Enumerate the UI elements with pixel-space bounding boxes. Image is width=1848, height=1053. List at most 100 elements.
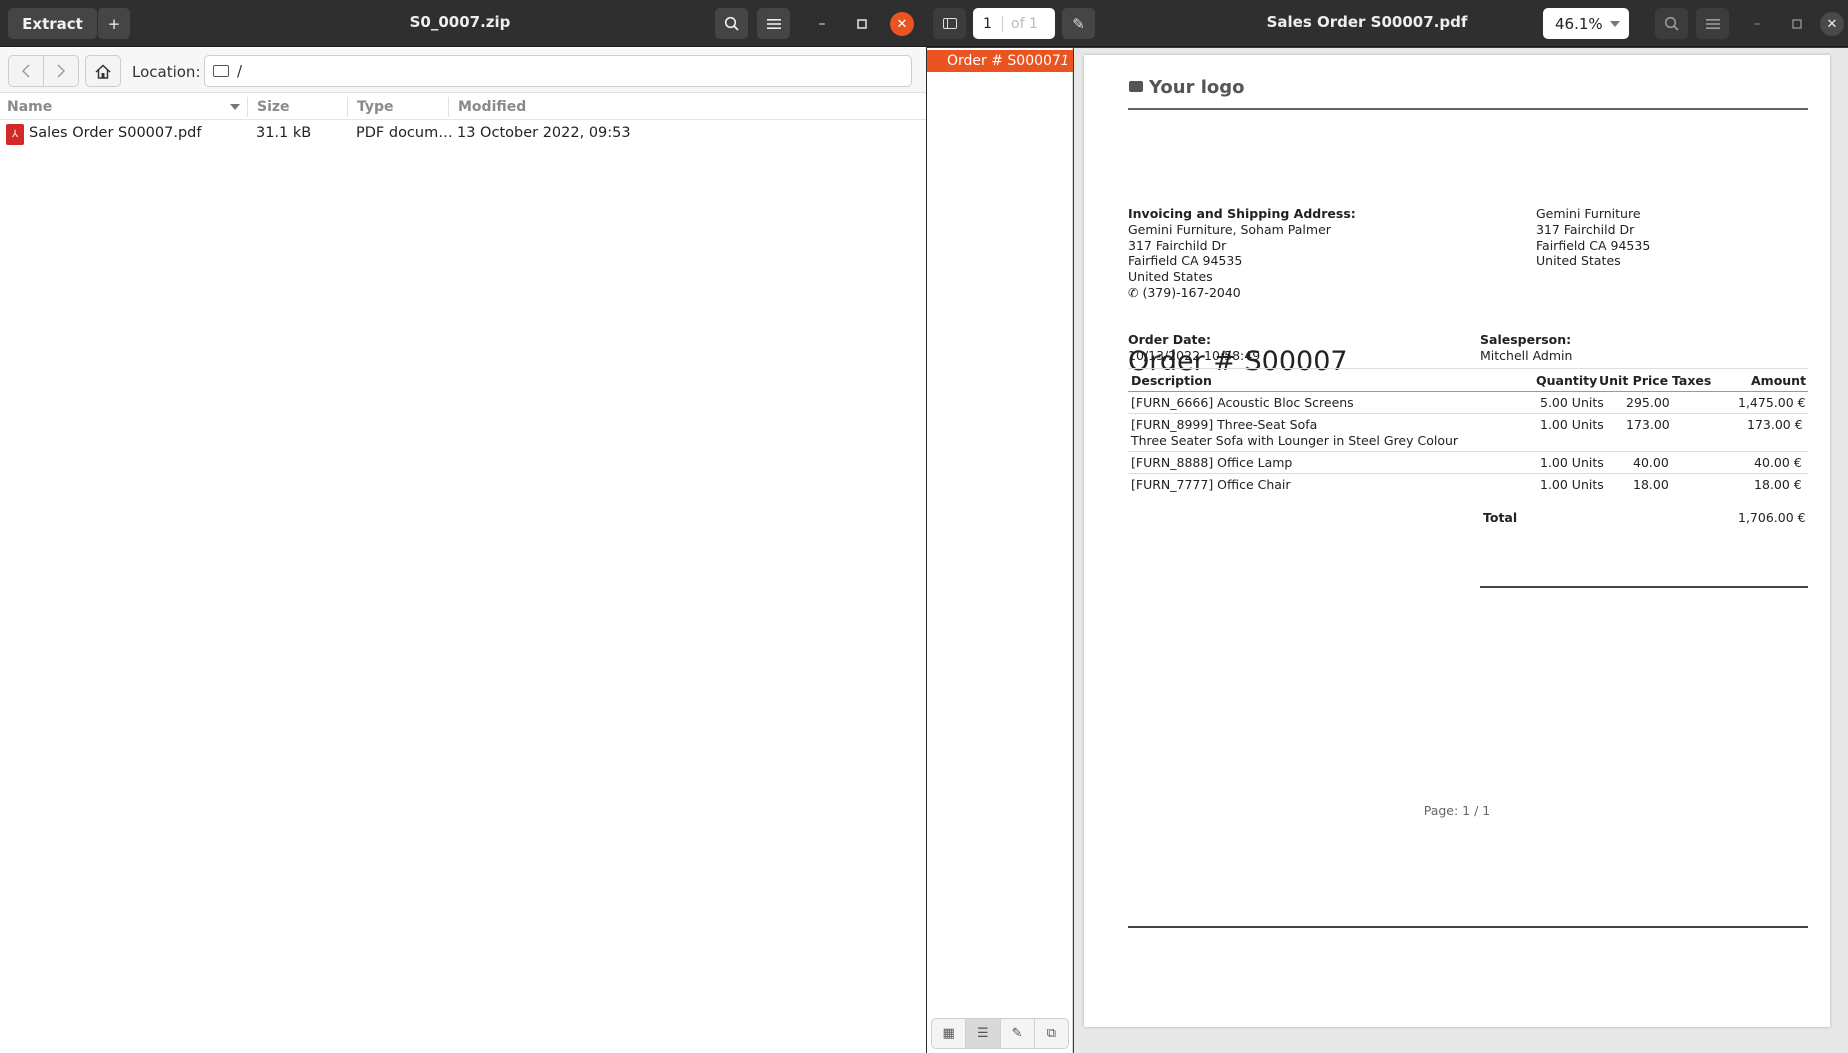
chevron-down-icon	[1610, 21, 1620, 27]
customer-phone: ✆ (379)-167-2040	[1128, 285, 1241, 300]
company-logo: Your logo	[1129, 77, 1245, 98]
search-icon[interactable]	[1655, 8, 1688, 39]
header-divider	[1128, 108, 1808, 110]
company-line: Fairfield CA 94535	[1536, 238, 1651, 253]
sidebar-toggle-icon[interactable]	[933, 8, 966, 39]
company-line: 317 Fairchild Dr	[1536, 222, 1635, 237]
pdf-page: Your logo Invoicing and Shipping Address…	[1084, 55, 1830, 1027]
minimize-icon[interactable]: –	[1745, 12, 1769, 36]
customer-line: Gemini Furniture, Soham Palmer	[1128, 222, 1331, 237]
line-amount: 18.00 €	[1754, 477, 1802, 492]
archive-headerbar: Extract + S0_0007.zip – ✕	[0, 0, 926, 47]
line-description: [FURN_8999] Three-Seat Sofa	[1131, 417, 1318, 432]
viewer-title: Sales Order S00007.pdf	[1266, 13, 1468, 31]
footer-divider	[1128, 926, 1808, 928]
outline-item-label: Order # S00007	[947, 53, 1061, 69]
zoom-level: 46.1%	[1555, 14, 1603, 33]
line-subdescription: Three Seater Sofa with Lounger in Steel …	[1131, 433, 1459, 448]
line-amount: 40.00 €	[1754, 455, 1802, 470]
annotate-pencil-icon[interactable]: ✎	[1062, 8, 1095, 39]
line-description: [FURN_8888] Office Lamp	[1131, 455, 1293, 470]
location-path: /	[237, 62, 243, 80]
file-type: PDF docum…	[356, 125, 453, 141]
total-divider	[1480, 586, 1808, 588]
line-amount: 173.00 €	[1747, 417, 1803, 432]
bookmarks-icon[interactable]: ⧉	[1035, 1019, 1068, 1048]
phone-icon: ✆	[1128, 285, 1143, 300]
col-quantity: Quantity	[1536, 373, 1598, 388]
column-modified[interactable]: Modified	[458, 99, 526, 115]
maximize-icon[interactable]	[850, 12, 874, 36]
col-unit-price: Unit Price	[1599, 373, 1669, 388]
customer-line: Fairfield CA 94535	[1128, 253, 1243, 268]
search-icon[interactable]	[715, 8, 748, 39]
hamburger-menu-icon[interactable]	[1696, 8, 1729, 39]
line-description: [FURN_6666] Acoustic Bloc Screens	[1131, 395, 1354, 410]
location-field[interactable]: /	[204, 55, 912, 87]
hamburger-menu-icon[interactable]	[757, 8, 790, 39]
add-files-button[interactable]: +	[97, 8, 130, 39]
minimize-icon[interactable]: –	[810, 12, 834, 36]
thumbnails-icon[interactable]: ▦	[932, 1019, 967, 1048]
col-taxes: Taxes	[1672, 373, 1712, 388]
line-quantity: 5.00 Units	[1540, 395, 1604, 410]
back-button[interactable]	[8, 55, 44, 87]
camera-icon	[1129, 81, 1143, 92]
company-line: Gemini Furniture	[1536, 206, 1641, 221]
line-quantity: 1.00 Units	[1540, 455, 1604, 470]
salesperson-label: Salesperson:	[1480, 332, 1572, 347]
page-footer: Page: 1 / 1	[1423, 803, 1491, 818]
page-count: of 1	[1011, 15, 1038, 32]
line-unit-price: 173.00	[1626, 417, 1670, 432]
viewer-headerbar: 1 of 1 ✎ Sales Order S00007.pdf 46.1% – …	[927, 0, 1848, 47]
annotations-icon[interactable]: ✎	[1001, 1019, 1035, 1048]
customer-line: United States	[1128, 269, 1213, 284]
outline-item-page: 1	[1060, 53, 1069, 69]
total-label: Total	[1483, 510, 1518, 525]
archive-manager-window: Extract + S0_0007.zip – ✕ Location: / Na…	[0, 0, 926, 1053]
file-modified: 13 October 2022, 09:53	[457, 125, 631, 141]
document-viewer-window: 1 of 1 ✎ Sales Order S00007.pdf 46.1% – …	[927, 0, 1848, 1053]
line-description: [FURN_7777] Office Chair	[1131, 477, 1291, 492]
document-area[interactable]: Your logo Invoicing and Shipping Address…	[1074, 48, 1848, 1053]
line-unit-price: 295.00	[1626, 395, 1670, 410]
col-description: Description	[1131, 373, 1212, 388]
order-date: 10/13/2022 10:58:49	[1128, 348, 1261, 363]
close-icon[interactable]: ✕	[1820, 12, 1844, 36]
location-toolbar: Location: /	[0, 48, 926, 93]
col-amount: Amount	[1751, 373, 1807, 388]
line-amount: 1,475.00 €	[1738, 395, 1806, 410]
close-icon[interactable]: ✕	[890, 12, 914, 36]
home-icon[interactable]	[85, 55, 121, 87]
outline-sidebar: Order # S00007 1 ▦ ☰ ✎ ⧉	[927, 48, 1073, 1053]
extract-button[interactable]: Extract	[8, 8, 97, 39]
outline-item-order[interactable]: Order # S00007 1	[927, 50, 1073, 72]
pdf-file-icon: ⅄	[6, 124, 24, 145]
customer-line: 317 Fairchild Dr	[1128, 238, 1227, 253]
company-line: United States	[1536, 253, 1621, 268]
total-value: 1,706.00 €	[1738, 510, 1806, 525]
order-date-label: Order Date:	[1128, 332, 1211, 347]
salesperson: Mitchell Admin	[1480, 348, 1573, 363]
current-page[interactable]: 1	[973, 15, 1003, 32]
forward-button[interactable]	[43, 55, 79, 87]
line-unit-price: 40.00	[1633, 455, 1669, 470]
column-type[interactable]: Type	[357, 99, 394, 115]
address-heading: Invoicing and Shipping Address:	[1128, 206, 1356, 221]
archive-title: S0_0007.zip	[409, 13, 511, 31]
page-number-field[interactable]: 1 of 1	[973, 8, 1055, 39]
line-quantity: 1.00 Units	[1540, 477, 1604, 492]
maximize-icon[interactable]	[1785, 12, 1809, 36]
sort-descending-icon	[230, 104, 240, 110]
zoom-select[interactable]: 46.1%	[1543, 8, 1629, 39]
file-row[interactable]: ⅄ Sales Order S00007.pdf 31.1 kB PDF doc…	[0, 121, 926, 147]
file-list-header: Name Size Type Modified	[0, 94, 926, 120]
column-size[interactable]: Size	[257, 99, 290, 115]
line-unit-price: 18.00	[1633, 477, 1669, 492]
column-name[interactable]: Name	[7, 99, 52, 115]
file-name: Sales Order S00007.pdf	[29, 125, 202, 141]
line-quantity: 1.00 Units	[1540, 417, 1604, 432]
outline-icon[interactable]: ☰	[966, 1019, 1001, 1048]
location-label: Location:	[132, 63, 201, 81]
folder-icon	[213, 65, 229, 77]
